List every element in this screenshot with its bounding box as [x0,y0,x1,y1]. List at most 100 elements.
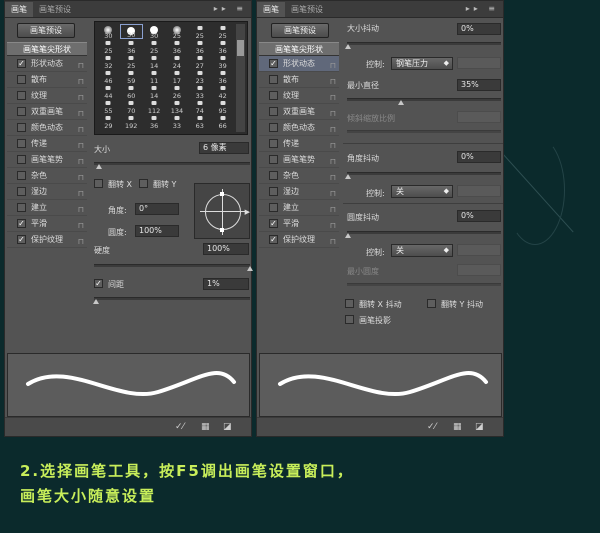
brush-tip[interactable]: 63 [188,114,211,130]
grid-icon[interactable]: ▦ [201,422,210,432]
sidebar-checkbox[interactable]: ✓ [17,59,26,68]
size-jitter-slider[interactable] [345,42,501,49]
brush-tip[interactable]: 60 [120,84,143,100]
sidebar-item[interactable]: 纹理 ⊓ [259,88,339,104]
hardness-slider[interactable] [94,264,253,271]
sidebar-item[interactable]: ✓ 保护纹理 ⊓ [7,232,87,248]
roundness-jitter-slider[interactable] [345,231,501,238]
sidebar-item[interactable]: 散布 ⊓ [7,72,87,88]
sidebar-checkbox[interactable] [17,123,26,132]
brush-tip[interactable]: 36 [120,39,143,55]
sidebar-item[interactable]: 散布 ⊓ [259,72,339,88]
size-jitter-field[interactable]: 0% [457,23,501,35]
lock-icon[interactable]: ⊓ [78,234,84,250]
brush-tip[interactable]: 30 [97,24,120,40]
sidebar-item[interactable]: 传递 ⊓ [7,136,87,152]
sidebar-checkbox[interactable] [269,107,278,116]
sidebar-checkbox[interactable]: ✓ [17,219,26,228]
hardness-field[interactable]: 100% [203,243,249,255]
brush-tip[interactable]: 27 [188,54,211,70]
brush-tip[interactable]: 26 [166,84,189,100]
brush-presets-button[interactable]: 画笔预设 [17,23,75,38]
tab-brush-presets[interactable]: 画笔预设 [285,2,329,17]
sidebar-item[interactable]: ✓ 保护纹理 ⊓ [259,232,339,248]
brush-tip[interactable]: 46 [97,69,120,85]
spacing-field[interactable]: 1% [203,278,249,290]
spacing-slider[interactable] [93,297,250,304]
min-diameter-slider[interactable] [347,98,501,105]
new-preset-icon[interactable]: ◪ [223,422,232,432]
sidebar-item[interactable]: 画笔笔势 ⊓ [259,152,339,168]
sidebar-item[interactable]: 双重画笔 ⊓ [7,104,87,120]
sidebar-item[interactable]: 画笔笔势 ⊓ [7,152,87,168]
size-control-dropdown[interactable]: 钢笔压力 ◆ [391,57,453,70]
brush-tip[interactable]: 66 [211,114,234,130]
spacing-checkbox[interactable]: ✓ [94,279,103,288]
panel-menu-icon[interactable]: ▸▸ ≡ [214,4,247,13]
flip-y-jitter-checkbox[interactable] [427,299,436,308]
sidebar-checkbox[interactable] [269,91,278,100]
brush-tip[interactable]: 25 [143,39,166,55]
brush-tip[interactable]: 14 [143,54,166,70]
brush-tip[interactable]: 39 [211,54,234,70]
brush-tip[interactable]: 112 [143,99,166,115]
roundness-field[interactable]: 100% [135,225,179,237]
sidebar-checkbox[interactable] [17,139,26,148]
sidebar-item-tip-shape[interactable]: 画笔笔尖形状 [259,42,339,56]
brush-tip[interactable]: 95 [211,99,234,115]
sidebar-checkbox[interactable] [269,75,278,84]
toggle-preview-icon[interactable]: ✓⁄ [427,422,436,432]
sidebar-checkbox[interactable]: ✓ [17,235,26,244]
angle-jitter-field[interactable]: 0% [457,151,501,163]
flip-x-checkbox[interactable] [94,179,103,188]
new-preset-icon[interactable]: ◪ [475,422,484,432]
sidebar-item[interactable]: 建立 ⊓ [7,200,87,216]
sidebar-item[interactable]: 杂色 ⊓ [259,168,339,184]
sidebar-item[interactable]: 颜色动态 ⊓ [259,120,339,136]
sidebar-item[interactable]: 建立 ⊓ [259,200,339,216]
sidebar-checkbox[interactable] [17,91,26,100]
brush-tip[interactable]: 70 [120,99,143,115]
sidebar-item-tip-shape[interactable]: 画笔笔尖形状 [7,42,87,56]
sidebar-checkbox[interactable] [17,187,26,196]
brush-tip[interactable]: 14 [143,84,166,100]
tab-brush-presets[interactable]: 画笔预设 [33,2,77,17]
angle-roundness-widget[interactable]: ▶ [194,183,250,239]
sidebar-checkbox[interactable] [17,203,26,212]
brush-projection-checkbox[interactable] [345,315,354,324]
sidebar-checkbox[interactable]: ✓ [269,219,278,228]
sidebar-checkbox[interactable] [269,171,278,180]
sidebar-item[interactable]: 双重画笔 ⊓ [259,104,339,120]
brush-tip[interactable]: 30 [119,24,143,39]
sidebar-item[interactable]: 杂色 ⊓ [7,168,87,184]
brush-tip[interactable]: 25 [188,24,211,40]
brush-tip[interactable]: 36 [166,39,189,55]
brush-tip[interactable]: 74 [188,99,211,115]
brush-tip[interactable]: 55 [97,99,120,115]
angle-control-dropdown[interactable]: 关 ◆ [391,185,453,198]
sidebar-item[interactable]: 湿边 ⊓ [259,184,339,200]
sidebar-item[interactable]: ✓ 形状动态 ⊓ [259,56,339,72]
brush-tip[interactable]: 25 [166,24,189,40]
brush-tip[interactable]: 25 [97,39,120,55]
flip-x-jitter-checkbox[interactable] [345,299,354,308]
sidebar-item[interactable]: ✓ 形状动态 ⊓ [7,56,87,72]
brush-tip[interactable]: 59 [120,69,143,85]
brush-tip[interactable]: 25 [211,24,234,40]
flip-y-checkbox[interactable] [139,179,148,188]
angle-field[interactable]: 0° [135,203,179,215]
sidebar-item[interactable]: 颜色动态 ⊓ [7,120,87,136]
brush-tip[interactable]: 25 [120,54,143,70]
sidebar-item[interactable]: 纹理 ⊓ [7,88,87,104]
brush-tip[interactable]: 36 [143,114,166,130]
sidebar-checkbox[interactable] [269,203,278,212]
sidebar-checkbox[interactable] [269,123,278,132]
brush-presets-button[interactable]: 画笔预设 [271,23,329,38]
brush-tip[interactable]: 17 [166,69,189,85]
sidebar-checkbox[interactable] [17,171,26,180]
brush-tip[interactable]: 11 [143,69,166,85]
tab-brush[interactable]: 画笔 [5,2,33,17]
brush-tip[interactable]: 30 [143,24,166,40]
sidebar-item[interactable]: ✓ 平滑 ⊓ [7,216,87,232]
sidebar-checkbox[interactable]: ✓ [269,235,278,244]
